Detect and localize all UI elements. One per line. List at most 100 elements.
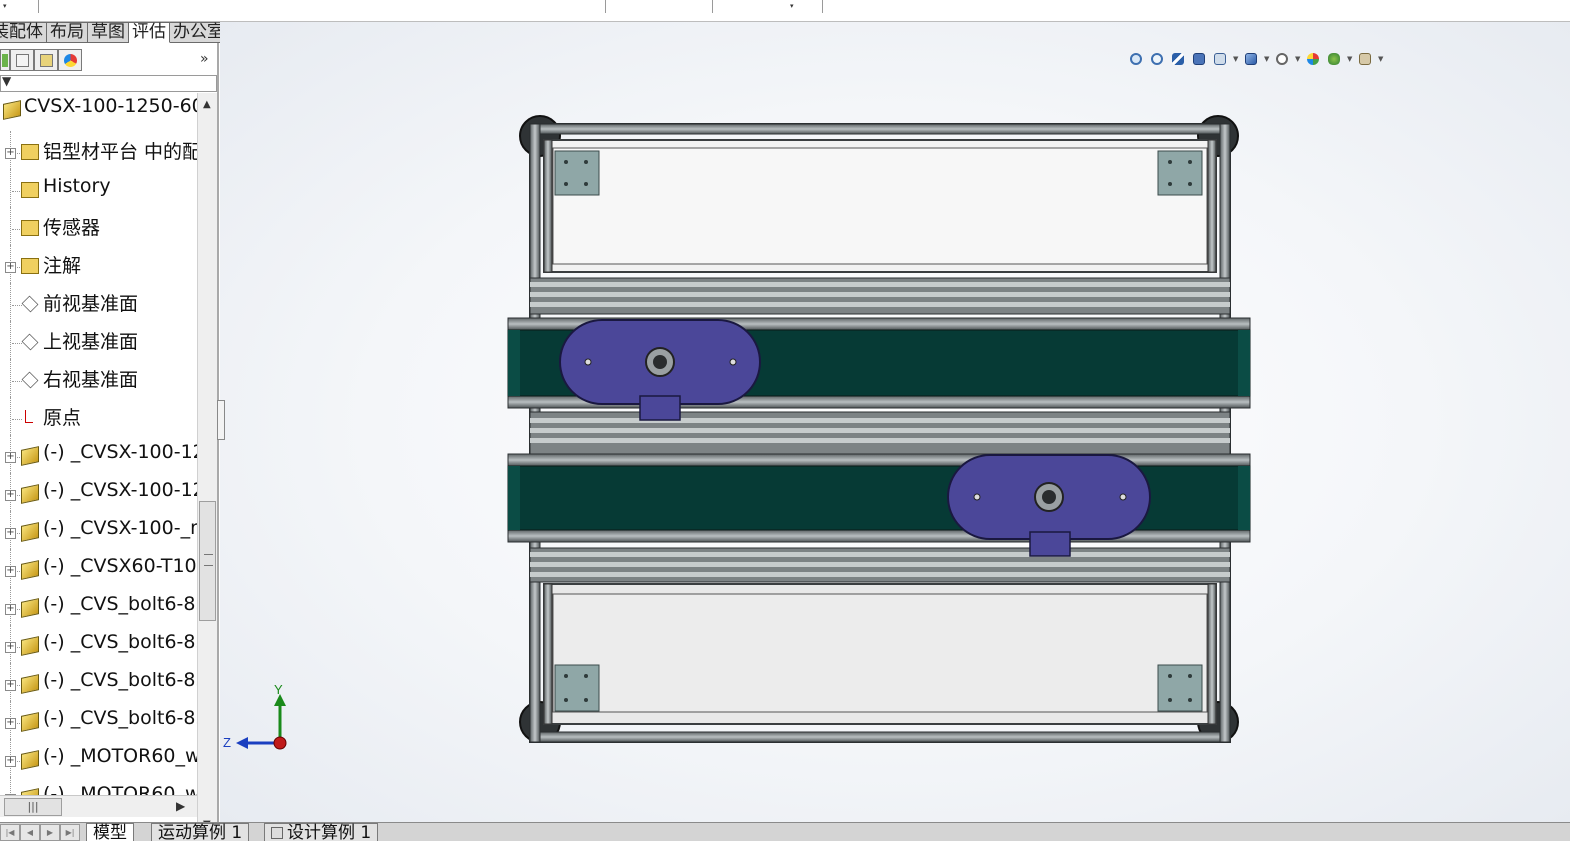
tree-item[interactable]: + (-) _CVSX-100-12 (0, 435, 197, 473)
tree-item[interactable]: + 铝型材平台 中的配 (0, 131, 197, 169)
more-tabs-icon[interactable]: » (200, 51, 209, 67)
tab-model[interactable]: 模型 (86, 823, 134, 841)
expand-toggle-icon[interactable]: + (5, 756, 16, 767)
tree-connector (10, 359, 11, 397)
toolbar-separator (605, 0, 606, 13)
subassembly-icon (21, 674, 39, 694)
scroll-up-icon[interactable]: ▲ (203, 99, 211, 110)
bottom-tab-bar: |◀ ◀ ▶ ▶| 模型 运动算例 1 设计算例 1 (0, 822, 1570, 841)
tree-connector (12, 343, 22, 344)
tree-item-label: History (43, 175, 111, 197)
tab-scroll-buttons: |◀ ◀ ▶ ▶| (0, 824, 80, 841)
dropdown-arrow-icon[interactable]: ▾ (3, 2, 7, 10)
tree-item[interactable]: + 注解 (0, 245, 197, 283)
expand-toggle-icon[interactable]: + (5, 148, 16, 159)
tab-sketch[interactable]: 草图 (88, 22, 129, 43)
toolbar-separator (38, 0, 39, 13)
scrollbar-thumb[interactable] (199, 501, 216, 621)
tab-layout[interactable]: 布局 (47, 22, 88, 43)
subassembly-icon (21, 712, 39, 732)
subassembly-icon (21, 636, 39, 656)
manager-tabs (0, 49, 82, 71)
tree-item[interactable]: + (-) _CVS_bolt6-85 (0, 587, 197, 625)
expand-toggle-icon[interactable]: + (5, 452, 16, 463)
tree-root-assembly[interactable]: CVSX-100-1250-60 (0, 93, 197, 131)
tree-connector (12, 381, 22, 382)
tree-connector (10, 397, 11, 435)
feature-manager-pane: » ▼ CVSX-100-1250-60 + 铝型材平台 中的配 History 传感… (0, 43, 219, 838)
prev-tab-icon[interactable]: ◀ (20, 824, 40, 841)
tree-connector (10, 283, 11, 321)
subassembly-icon (21, 560, 39, 580)
expand-toggle-icon[interactable]: + (5, 262, 16, 273)
property-manager-tab[interactable] (10, 49, 34, 71)
feature-manager-tab[interactable] (0, 49, 10, 71)
frame-rail-top (532, 123, 1228, 135)
tree-item[interactable]: + (-) _CVSX-100-_m (0, 511, 197, 549)
tree-item-label: (-) _MOTOR60_w_ (43, 745, 197, 767)
history-folder-icon (21, 182, 39, 198)
tree-item-label: 上视基准面 (43, 331, 139, 353)
tree-item[interactable]: + (-) _CVS_bolt6-85 (0, 625, 197, 663)
expand-toggle-icon[interactable]: + (5, 718, 16, 729)
tree-item-label: 铝型材平台 中的配 (43, 141, 197, 163)
first-tab-icon[interactable]: |◀ (0, 824, 20, 841)
configuration-manager-tab[interactable] (34, 49, 58, 71)
tree-vertical-scrollbar[interactable]: ▲ ▼ (197, 93, 217, 838)
toolbar-separator (822, 0, 823, 13)
scrollbar-thumb[interactable]: ||| (4, 798, 62, 816)
tree-item-label: (-) _CVSX-100-12 (43, 479, 197, 501)
tree-horizontal-scrollbar[interactable]: ||| ▶ (0, 795, 197, 817)
display-manager-tab[interactable] (58, 49, 82, 71)
expand-toggle-icon[interactable]: + (5, 604, 16, 615)
coordinate-triad (236, 694, 287, 750)
expand-toggle-icon[interactable]: + (5, 566, 16, 577)
tree-item-label: (-) _CVS_bolt6-85 (43, 669, 197, 691)
tree-item[interactable]: History (0, 169, 197, 207)
tab-assembly[interactable]: 装配体 (0, 22, 47, 43)
tree-item[interactable]: 前视基准面 (0, 283, 197, 321)
expand-toggle-icon[interactable]: + (5, 642, 16, 653)
expand-toggle-icon[interactable]: + (5, 680, 16, 691)
last-tab-icon[interactable]: ▶| (60, 824, 80, 841)
tab-evaluate[interactable]: 评估 (129, 22, 170, 43)
tab-design-study-1[interactable]: 设计算例 1 (264, 823, 379, 841)
subassembly-icon (21, 522, 39, 542)
tree-item[interactable]: + (-) _CVSX-100-12 (0, 473, 197, 511)
tree-filter-bar[interactable]: ▼ (0, 74, 217, 92)
tree-item[interactable]: + (-) _CVSX60-T100 (0, 549, 197, 587)
scroll-right-icon[interactable]: ▶ (176, 799, 185, 813)
tree-item-label: (-) _CVSX-100-12 (43, 441, 197, 463)
plane-icon (21, 295, 39, 313)
next-tab-icon[interactable]: ▶ (40, 824, 60, 841)
sensor-folder-icon (21, 220, 39, 236)
plane-icon (21, 333, 39, 351)
tab-label: 模型 (93, 823, 127, 841)
subassembly-icon (21, 446, 39, 466)
tree-item[interactable]: + (-) _CVS_bolt6-85 (0, 701, 197, 739)
tree-item-label: (-) _CVS_bolt6-85 (43, 593, 197, 615)
tree-item[interactable]: 上视基准面 (0, 321, 197, 359)
tree-item[interactable]: 原点 (0, 397, 197, 435)
graphics-area[interactable]: ▼ ▼ ▼ ▼ ▼ Y Z (220, 22, 1570, 822)
expand-toggle-icon[interactable]: + (5, 490, 16, 501)
tree-item[interactable]: + (-) _CVS_bolt6-85 (0, 663, 197, 701)
tree-item[interactable]: 传感器 (0, 207, 197, 245)
frame-rail-bottom (532, 731, 1228, 743)
pane-splitter-handle[interactable] (217, 400, 225, 440)
design-study-icon (271, 827, 283, 839)
tab-motion-study-1[interactable]: 运动算例 1 (151, 823, 250, 841)
tree-item-label: 原点 (43, 407, 82, 429)
dropdown-arrow-icon[interactable]: ▾ (790, 2, 794, 10)
tree-item[interactable]: + (-) _MOTOR60_w_ (0, 739, 197, 777)
cad-model-top-view[interactable] (220, 22, 1570, 822)
tree-item-label: (-) _CVS_bolt6-85 (43, 631, 197, 653)
filter-icon: ▼ (2, 74, 12, 88)
triad-y-label: Y (274, 682, 283, 697)
expand-toggle-icon[interactable]: + (5, 528, 16, 539)
tree-item-label: 传感器 (43, 217, 101, 239)
tree-item-label: (-) _CVS_bolt6-85 (43, 707, 197, 729)
tree-item-label: (-) _CVSX-100-_m (43, 517, 197, 539)
tree-item-label: 前视基准面 (43, 293, 139, 315)
tree-item[interactable]: 右视基准面 (0, 359, 197, 397)
